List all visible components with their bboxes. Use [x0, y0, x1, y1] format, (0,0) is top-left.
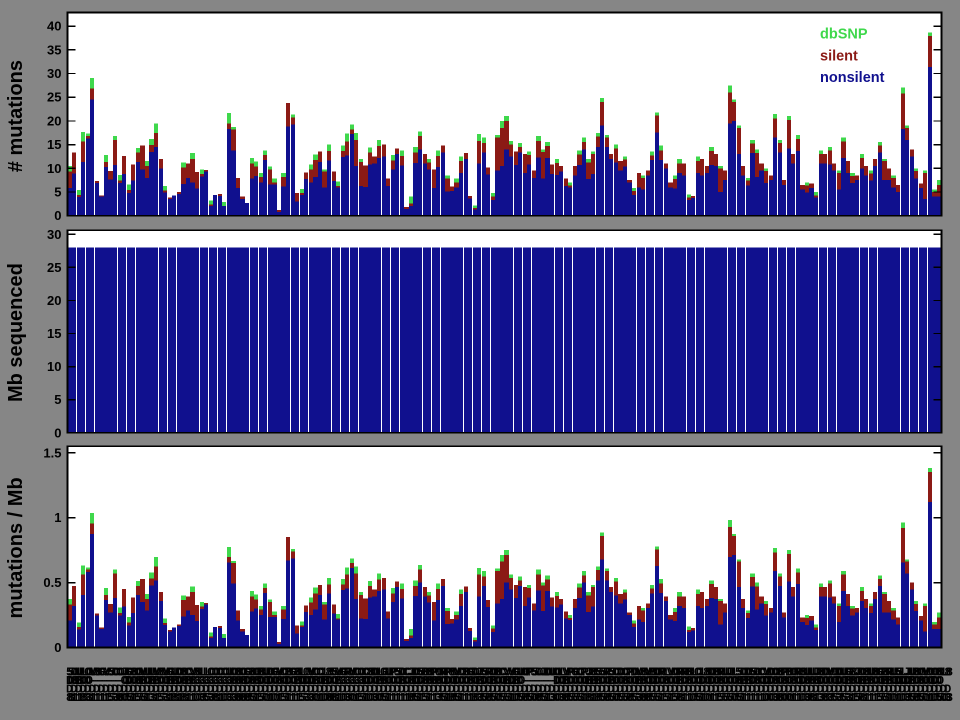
svg-text:nonsilent: nonsilent: [820, 70, 885, 86]
svg-text:15: 15: [47, 326, 61, 341]
svg-text:40: 40: [47, 19, 61, 34]
svg-text:5: 5: [54, 392, 61, 407]
svg-text:15: 15: [47, 137, 61, 152]
svg-text:Mb sequenced: Mb sequenced: [5, 263, 27, 402]
svg-text:0: 0: [54, 208, 61, 223]
svg-text:811831111538051551315318181103: 8118311115380515513153181811035381033888…: [68, 692, 953, 705]
svg-text:0: 0: [54, 425, 61, 440]
svg-text:dbSNP: dbSNP: [820, 27, 868, 43]
svg-text:0.5: 0.5: [43, 575, 61, 590]
svg-text:1.5: 1.5: [43, 445, 61, 460]
svg-text:10: 10: [47, 359, 61, 374]
svg-text:30: 30: [47, 66, 61, 81]
svg-text:0: 0: [54, 640, 61, 655]
svg-text:silent: silent: [820, 49, 858, 65]
svg-text:mutations / Mb: mutations / Mb: [5, 477, 27, 618]
svg-text:1: 1: [54, 510, 61, 525]
svg-text:25: 25: [47, 90, 61, 105]
svg-text:5: 5: [54, 185, 61, 200]
svg-text:10: 10: [47, 161, 61, 176]
svg-text:25: 25: [47, 260, 61, 275]
svg-text:20: 20: [47, 293, 61, 308]
svg-text:35: 35: [47, 42, 61, 57]
svg-text:# mutations: # mutations: [5, 60, 27, 172]
svg-text:30: 30: [47, 227, 61, 242]
svg-text:20: 20: [47, 113, 61, 128]
